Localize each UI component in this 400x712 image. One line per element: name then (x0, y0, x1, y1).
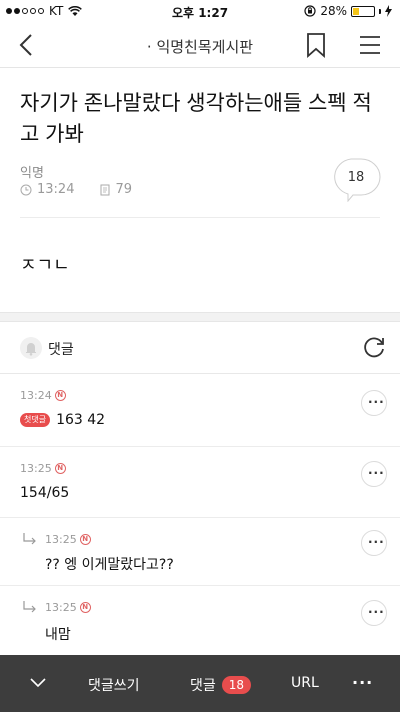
comment-count: 18 (347, 170, 365, 185)
bottom-toolbar: 댓글쓰기 댓글 18 URL ··· (0, 655, 400, 712)
battery-area: 28% (304, 4, 392, 18)
comment-more-button[interactable]: ··· (361, 600, 387, 626)
comment-body: 154/65 (20, 485, 69, 501)
new-badge: N (79, 602, 91, 613)
charging-bolt-icon (385, 5, 392, 17)
comment-item: 13:24 N 첫댓글 163 42 ··· (0, 374, 400, 447)
notification-bell-button[interactable] (20, 337, 42, 359)
reply-item: 13:25 N ?? 엥 이게말랐다고?? ··· (0, 518, 400, 586)
board-title: · 익명친목게시판 (146, 38, 254, 56)
clock-icon (20, 184, 32, 195)
comment-time: 13:25 N (20, 462, 66, 475)
comments-button[interactable]: 댓글 18 (190, 675, 252, 695)
status-bar: KT 오후 1:27 28% (0, 0, 400, 22)
comment-item: 13:25 N 154/65 ··· (0, 447, 400, 518)
refresh-icon[interactable] (361, 335, 387, 361)
comment-text: ?? 엥 이게말랐다고?? (45, 557, 174, 573)
post-time: 13:24 (37, 182, 75, 197)
url-button[interactable]: URL (291, 675, 319, 691)
comment-time-text: 13:25 (20, 462, 52, 475)
nav-bar: · 익명친목게시판 (0, 22, 400, 68)
battery-percent: 28% (320, 4, 347, 18)
comment-time: 13:24 N (20, 389, 66, 402)
new-badge: N (54, 463, 66, 474)
comment-time-text: 13:25 (45, 533, 77, 546)
comment-more-button[interactable]: ··· (361, 390, 387, 416)
comments-header: 댓글 (0, 322, 400, 374)
reply-arrow-icon (23, 601, 36, 613)
comment-more-button[interactable]: ··· (361, 461, 387, 487)
comment-body: 내맘 (45, 624, 71, 644)
bookmark-icon[interactable] (304, 32, 328, 58)
post-body: ㅈㄱㄴ (20, 255, 70, 269)
comment-text: 154/65 (20, 485, 70, 501)
more-options-button[interactable]: ··· (352, 673, 376, 692)
bell-icon (26, 343, 36, 356)
more-dots-icon: ··· (368, 466, 385, 480)
comments-label: 댓글 (48, 342, 74, 358)
reply-arrow-icon (23, 533, 36, 545)
document-views-icon (100, 184, 110, 195)
comments-count-badge: 18 (221, 676, 252, 694)
post-views: 79 (115, 182, 133, 197)
post: 자기가 존나말랐다 생각하는애들 스펙 적고 가봐 익명 13:24 79 18… (0, 68, 400, 312)
comment-time-text: 13:24 (20, 389, 52, 402)
rotation-lock-icon (304, 5, 316, 17)
comment-time-text: 13:25 (45, 601, 77, 614)
post-meta: 13:24 79 (20, 182, 132, 197)
post-divider (20, 217, 380, 218)
hamburger-menu-icon[interactable] (358, 34, 382, 56)
new-badge: N (54, 390, 66, 401)
comment-count-bubble[interactable]: 18 (331, 158, 381, 202)
comment-time: 13:25 N (45, 601, 91, 614)
reply-item: 13:25 N 내맘 ··· (0, 586, 400, 655)
more-dots-icon: ··· (368, 535, 385, 549)
post-title: 자기가 존나말랐다 생각하는애들 스펙 적고 가봐 (20, 92, 372, 146)
more-dots-icon: ··· (368, 605, 385, 619)
comment-text: 163 42 (56, 412, 106, 428)
section-divider (0, 312, 400, 322)
comment-body: 첫댓글 163 42 (20, 412, 105, 428)
chevron-down-icon[interactable] (28, 674, 48, 692)
comment-time: 13:25 N (45, 533, 91, 546)
comment-body: ?? 엥 이게말랐다고?? (45, 554, 174, 574)
new-badge: N (79, 534, 91, 545)
comment-more-button[interactable]: ··· (361, 530, 387, 556)
first-comment-badge: 첫댓글 (20, 413, 51, 427)
battery-icon (351, 5, 375, 17)
more-dots-icon: ··· (368, 395, 385, 409)
comment-text: 내맘 (45, 627, 71, 643)
post-author: 익명 (20, 166, 44, 181)
comments-button-label: 댓글 (190, 678, 216, 694)
write-comment-button[interactable]: 댓글쓰기 (88, 675, 140, 695)
